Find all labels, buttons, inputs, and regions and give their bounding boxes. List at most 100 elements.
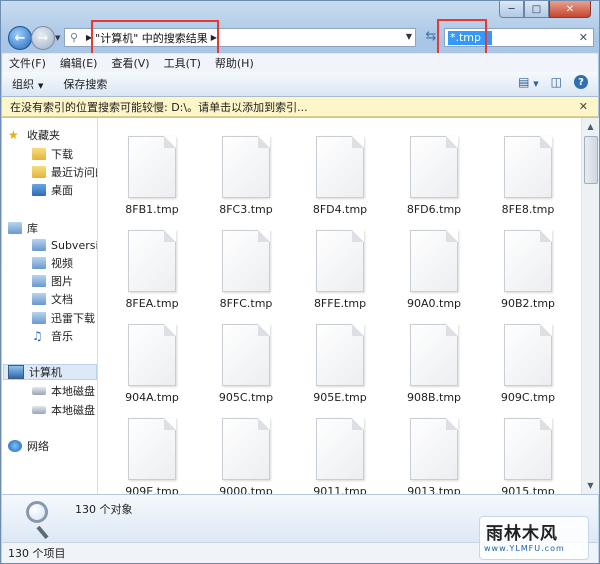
file-item[interactable]: 8FEA.tmp bbox=[112, 218, 192, 310]
organize-label: 组织 bbox=[12, 78, 34, 91]
file-item[interactable]: 8FD4.tmp bbox=[300, 124, 380, 216]
vertical-scrollbar[interactable]: ▲ ▼ bbox=[581, 118, 599, 494]
scroll-up-icon[interactable]: ▲ bbox=[582, 118, 599, 135]
hard-drive-icon bbox=[32, 406, 46, 414]
file-name: 8FEA.tmp bbox=[125, 297, 179, 310]
nav-favorites[interactable]: ★ 收藏夹 bbox=[8, 127, 60, 143]
file-item[interactable]: 905C.tmp bbox=[206, 312, 286, 404]
help-icon[interactable]: ? bbox=[574, 75, 588, 89]
nav-network[interactable]: 网络 bbox=[8, 438, 49, 454]
file-name: 9015.tmp bbox=[501, 485, 555, 494]
file-item[interactable]: 9000.tmp bbox=[206, 406, 286, 494]
nav-thunder-downloads[interactable]: 迅雷下载 bbox=[32, 310, 95, 326]
nav-documents-label: 文档 bbox=[51, 293, 73, 306]
organize-button[interactable]: 组织 ▼ bbox=[2, 76, 53, 92]
save-search-button[interactable]: 保存搜索 bbox=[53, 76, 117, 92]
close-icon[interactable]: ✕ bbox=[579, 100, 588, 113]
explorer-window: ─ □ ✕ ← → ▼ ⚲ ▶ "计算机" 中的搜索结果 ▶ ▼ ⇆ ✕ 文件(… bbox=[0, 0, 600, 564]
nav-music[interactable]: ♫ 音乐 bbox=[32, 328, 73, 344]
nav-drive-c-label: 本地磁盘 (C bbox=[51, 385, 97, 398]
file-name: 909C.tmp bbox=[500, 391, 556, 404]
music-note-icon: ♫ bbox=[32, 329, 43, 343]
nav-videos[interactable]: 视频 bbox=[32, 255, 73, 271]
watermark-logo: 雨林木风 www.YLMFU.com bbox=[479, 516, 589, 560]
library-folder-icon bbox=[32, 239, 46, 251]
file-item[interactable]: 909E.tmp bbox=[112, 406, 192, 494]
scroll-down-icon[interactable]: ▼ bbox=[582, 477, 599, 494]
nav-computer[interactable]: 计算机 bbox=[8, 364, 62, 380]
file-item[interactable]: 9011.tmp bbox=[300, 406, 380, 494]
preview-pane-icon[interactable]: ◫ bbox=[551, 75, 562, 89]
nav-network-label: 网络 bbox=[27, 440, 49, 453]
nav-desktop-label: 桌面 bbox=[51, 184, 73, 197]
file-item[interactable]: 8FB1.tmp bbox=[112, 124, 192, 216]
back-arrow-icon: ← bbox=[14, 30, 26, 46]
file-name: 908B.tmp bbox=[406, 391, 462, 404]
menu-edit[interactable]: 编辑(E) bbox=[53, 55, 105, 71]
menu-bar: 文件(F) 编辑(E) 查看(V) 工具(T) 帮助(H) bbox=[2, 53, 598, 72]
tmp-file-icon bbox=[504, 136, 552, 198]
clear-search-icon[interactable]: ✕ bbox=[579, 31, 588, 44]
tmp-file-icon bbox=[222, 230, 270, 292]
back-button[interactable]: ← bbox=[8, 26, 32, 50]
nav-desktop[interactable]: 桌面 bbox=[32, 182, 73, 198]
menu-view[interactable]: 查看(V) bbox=[104, 55, 156, 71]
file-item[interactable]: 8FC3.tmp bbox=[206, 124, 286, 216]
file-item[interactable]: 9013.tmp bbox=[394, 406, 474, 494]
scrollbar-thumb[interactable] bbox=[584, 136, 598, 184]
view-options-icon[interactable]: ▤ ▼ bbox=[518, 75, 539, 89]
file-item[interactable]: 90B2.tmp bbox=[488, 218, 568, 310]
nav-recent[interactable]: 最近访问的 bbox=[32, 164, 97, 180]
close-button[interactable]: ✕ bbox=[549, 1, 591, 18]
nav-libraries[interactable]: 库 bbox=[8, 220, 38, 236]
video-icon bbox=[32, 257, 46, 269]
chevron-down-icon: ▼ bbox=[38, 82, 44, 90]
hard-drive-icon bbox=[32, 387, 46, 395]
file-name: 8FE8.tmp bbox=[501, 203, 555, 216]
download-folder-icon bbox=[32, 312, 46, 324]
file-item[interactable]: 8FE8.tmp bbox=[488, 124, 568, 216]
file-item[interactable]: 8FFC.tmp bbox=[206, 218, 286, 310]
tmp-file-icon bbox=[222, 324, 270, 386]
tmp-file-icon bbox=[128, 230, 176, 292]
object-count: 130 个对象 bbox=[75, 503, 133, 516]
file-item[interactable]: 905E.tmp bbox=[300, 312, 380, 404]
nav-documents[interactable]: 文档 bbox=[32, 291, 73, 307]
menu-file[interactable]: 文件(F) bbox=[2, 55, 53, 71]
nav-subversion[interactable]: Subversion bbox=[32, 237, 97, 253]
minimize-button[interactable]: ─ bbox=[499, 1, 524, 18]
library-icon bbox=[8, 222, 22, 234]
file-item[interactable]: 9015.tmp bbox=[488, 406, 568, 494]
file-item[interactable]: 8FD6.tmp bbox=[394, 124, 474, 216]
computer-icon bbox=[8, 365, 24, 379]
file-name: 90A0.tmp bbox=[406, 297, 462, 310]
file-item[interactable]: 908B.tmp bbox=[394, 312, 474, 404]
file-name: 905E.tmp bbox=[313, 391, 367, 404]
tmp-file-icon bbox=[316, 418, 364, 480]
file-item[interactable]: 90A0.tmp bbox=[394, 218, 474, 310]
file-item[interactable]: 909C.tmp bbox=[488, 312, 568, 404]
index-info-bar[interactable]: 在没有索引的位置搜索可能较慢: D:\。请单击以添加到索引... ✕ bbox=[2, 97, 598, 117]
tmp-file-icon bbox=[316, 324, 364, 386]
tmp-file-icon bbox=[504, 230, 552, 292]
address-dropdown-icon[interactable]: ▼ bbox=[406, 32, 412, 41]
nav-downloads[interactable]: 下载 bbox=[32, 146, 73, 162]
tmp-file-icon bbox=[504, 324, 552, 386]
nav-drive-d[interactable]: 本地磁盘 (D bbox=[32, 402, 97, 418]
nav-drive-c[interactable]: 本地磁盘 (C bbox=[32, 383, 97, 399]
nav-music-label: 音乐 bbox=[51, 330, 73, 343]
nav-computer-label: 计算机 bbox=[29, 366, 62, 379]
menu-tools[interactable]: 工具(T) bbox=[157, 55, 208, 71]
file-item[interactable]: 8FFE.tmp bbox=[300, 218, 380, 310]
file-name: 8FD4.tmp bbox=[312, 203, 368, 216]
recent-pages-dropdown[interactable]: ▼ bbox=[55, 34, 60, 42]
forward-button[interactable]: → bbox=[31, 26, 55, 50]
file-name: 8FFC.tmp bbox=[219, 297, 273, 310]
nav-pictures[interactable]: 图片 bbox=[32, 273, 73, 289]
nav-pictures-label: 图片 bbox=[51, 275, 73, 288]
nav-libraries-label: 库 bbox=[27, 222, 38, 235]
file-name: 8FB1.tmp bbox=[125, 203, 179, 216]
maximize-button[interactable]: □ bbox=[524, 1, 549, 18]
file-item[interactable]: 904A.tmp bbox=[112, 312, 192, 404]
menu-help[interactable]: 帮助(H) bbox=[208, 55, 261, 71]
